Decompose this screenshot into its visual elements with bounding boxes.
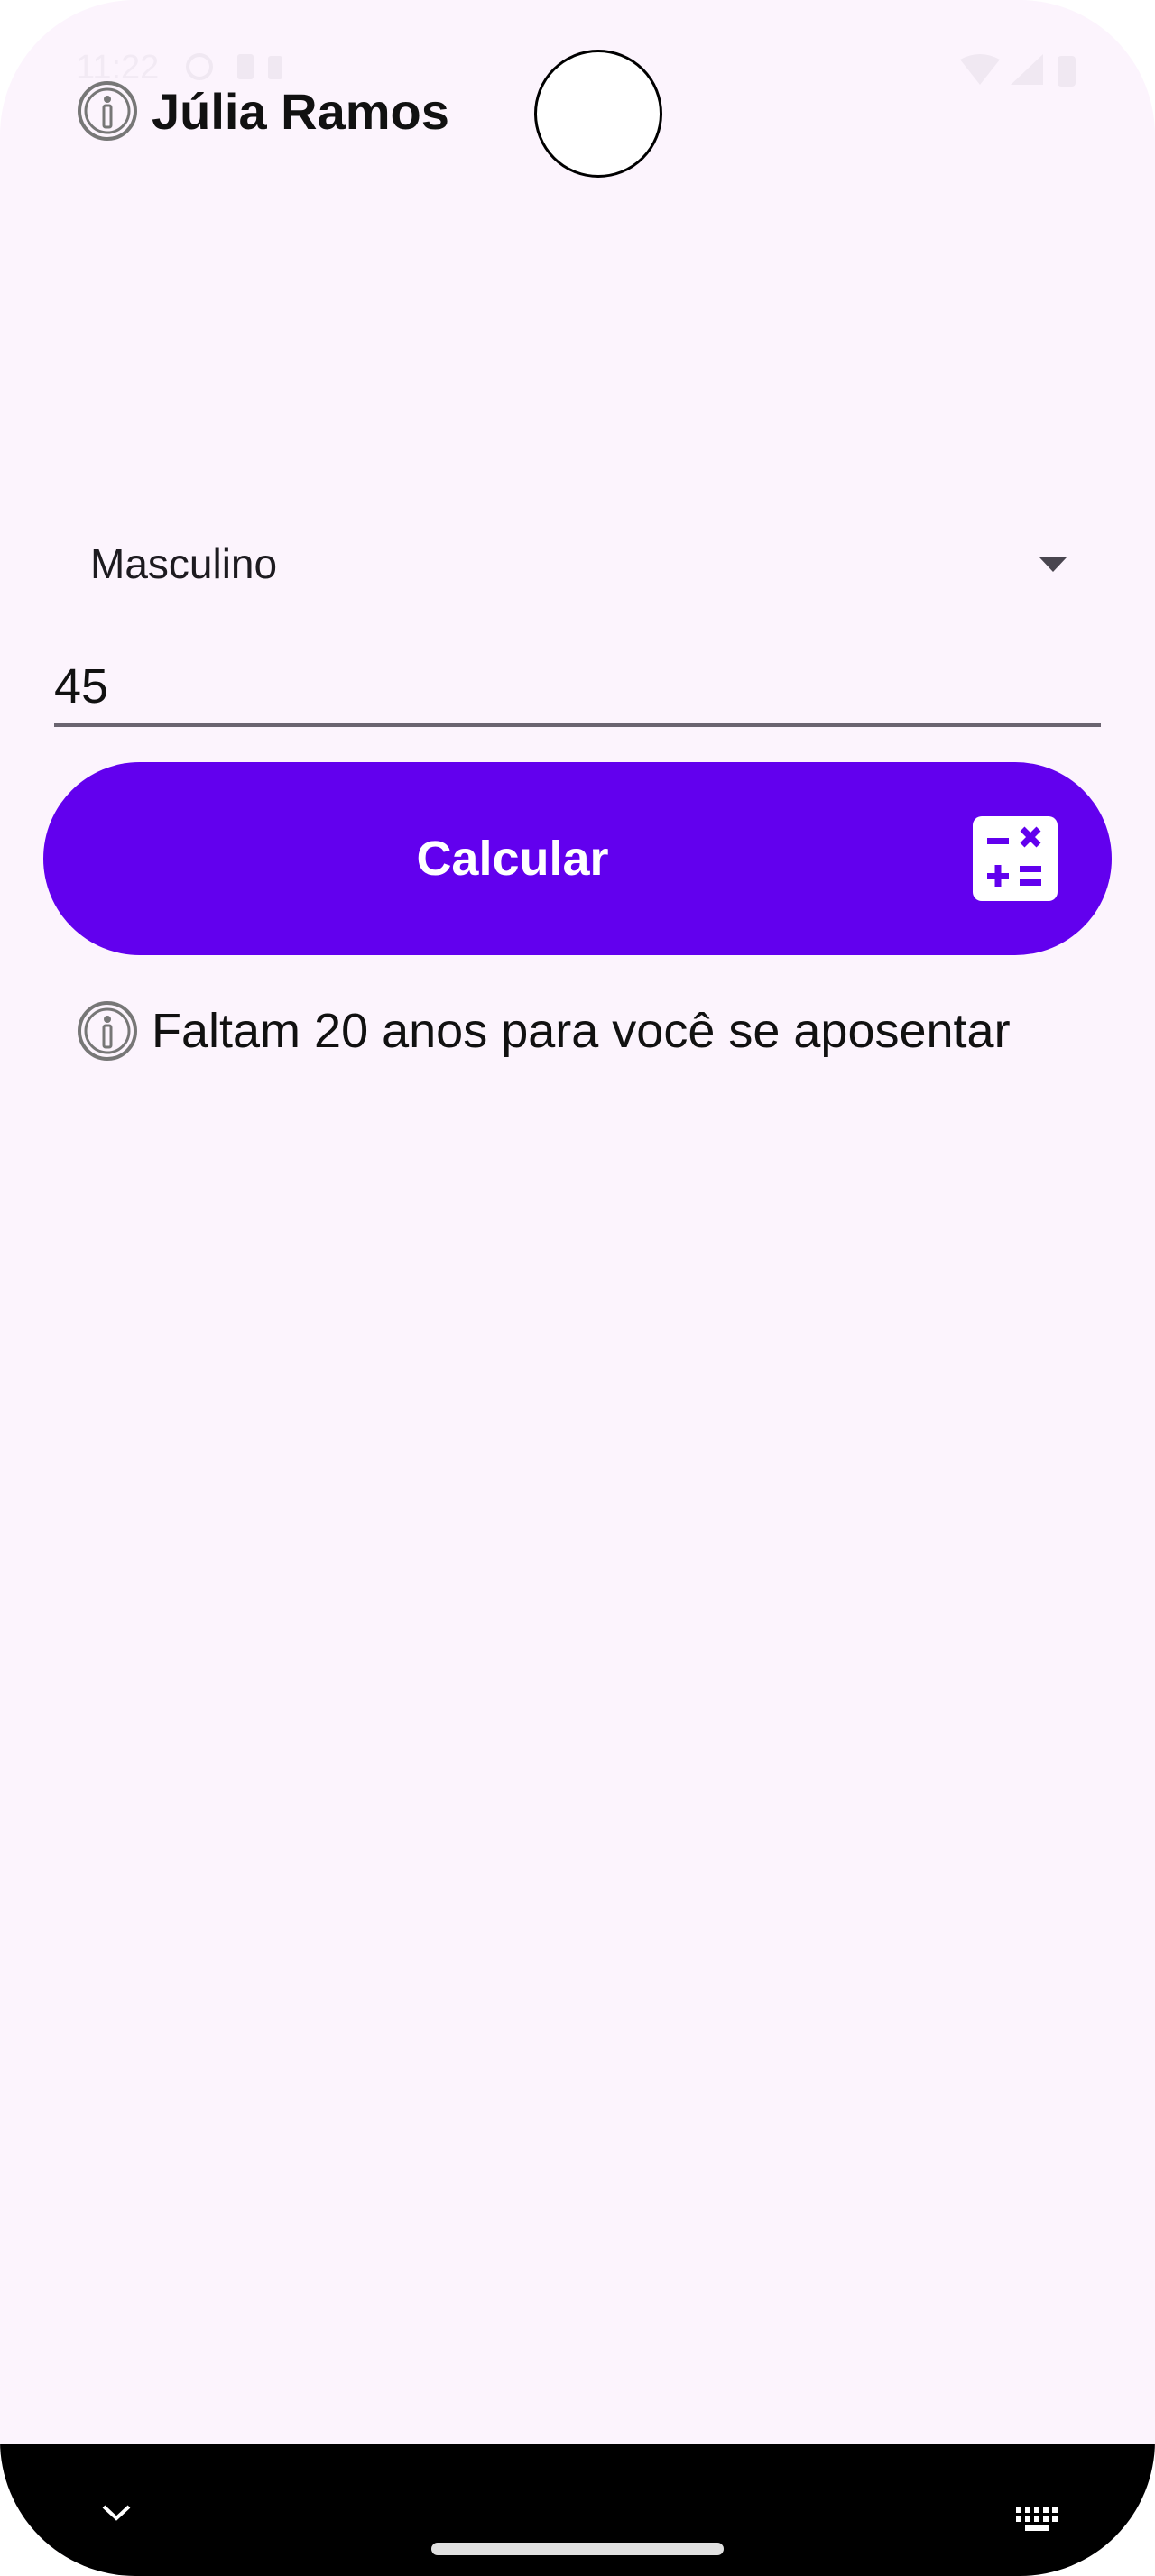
navigation-bar <box>0 2444 1155 2576</box>
info-icon <box>78 81 137 141</box>
dropdown-arrow-icon <box>1040 557 1067 572</box>
result-message: Faltam 20 anos para você se aposentar <box>76 990 1011 1072</box>
gender-select-value: Masculino <box>90 540 278 587</box>
phone-screen: 11:22 Júlia Ramos Masculino 45 Calcular … <box>0 0 1155 2576</box>
result-text: Faltam 20 anos para você se aposentar <box>152 1004 1011 1058</box>
camera-cutout <box>534 50 662 178</box>
battery-icon <box>1058 56 1076 87</box>
chevron-down-icon[interactable] <box>101 2504 132 2522</box>
age-input-value: 45 <box>54 659 109 713</box>
calculator-icon <box>973 816 1058 901</box>
signal-icon <box>1011 54 1043 85</box>
info-icon <box>78 1001 137 1061</box>
age-input[interactable]: 45 <box>54 649 1101 727</box>
calculate-button-label: Calcular <box>416 832 609 886</box>
app-header: Júlia Ramos <box>76 70 449 152</box>
home-gesture-handle[interactable] <box>431 2543 724 2555</box>
page-title: Júlia Ramos <box>152 82 449 140</box>
wifi-icon <box>960 54 1000 85</box>
keyboard-icon[interactable] <box>1016 2507 1059 2533</box>
system-status-icons <box>956 51 1083 95</box>
calculate-button[interactable]: Calcular <box>43 762 1112 955</box>
gender-select[interactable]: Masculino <box>54 514 1101 613</box>
